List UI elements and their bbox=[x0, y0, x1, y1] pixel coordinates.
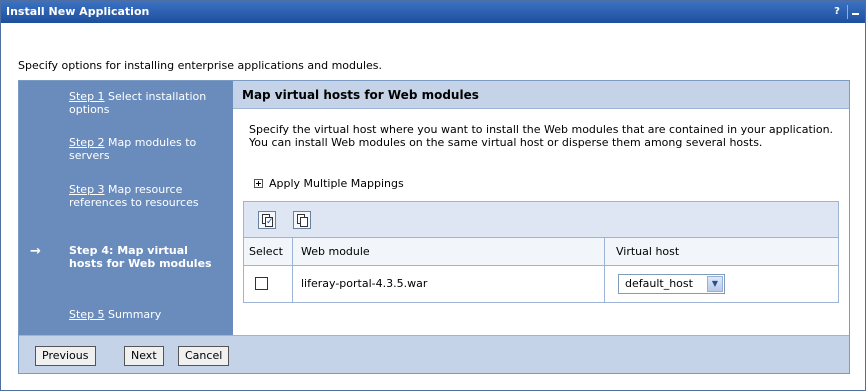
step-5[interactable]: Step 5 Summary bbox=[19, 308, 233, 321]
chevron-down-icon[interactable]: ▼ bbox=[707, 276, 723, 292]
select-all-button[interactable]: ✓ bbox=[258, 211, 276, 229]
panel-description: Specify the virtual host where you want … bbox=[249, 123, 834, 149]
window-title: Install New Application bbox=[6, 5, 150, 18]
step-3[interactable]: Step 3 Map resource references to resour… bbox=[19, 183, 233, 209]
minimize-icon bbox=[852, 13, 859, 15]
cancel-button[interactable]: Cancel bbox=[178, 346, 230, 366]
table-toolbar: ✓ bbox=[244, 202, 838, 238]
previous-button[interactable]: Previous bbox=[35, 346, 96, 366]
header-virtual-host: Virtual host bbox=[616, 245, 680, 258]
step-5-link[interactable]: Step 5 bbox=[69, 308, 105, 321]
wizard-panel: Step 1 Select installation options Step … bbox=[18, 80, 850, 374]
step-1[interactable]: Step 1 Select installation options bbox=[19, 90, 233, 116]
help-button[interactable]: ? bbox=[830, 5, 844, 19]
step-4-current: → Step 4: Map virtual hosts for Web modu… bbox=[19, 244, 233, 270]
table-row: liferay-portal-4.3.5.war default_host ▼ bbox=[244, 266, 838, 302]
apply-multiple-mappings-label: Apply Multiple Mappings bbox=[269, 177, 404, 190]
row-select-cell bbox=[244, 266, 293, 302]
wizard-steps-nav: Step 1 Select installation options Step … bbox=[19, 81, 233, 335]
window-titlebar: Install New Application ? bbox=[1, 1, 865, 23]
module-mapping-table: ✓ Select Web module Virtual host liferay… bbox=[243, 201, 839, 303]
intro-text: Specify options for installing enterpris… bbox=[18, 59, 383, 72]
apply-multiple-mappings-toggle[interactable]: Apply Multiple Mappings bbox=[254, 177, 404, 190]
virtual-host-select[interactable]: default_host ▼ bbox=[618, 274, 725, 294]
step-3-link[interactable]: Step 3 bbox=[69, 183, 105, 196]
current-step-arrow-icon: → bbox=[30, 244, 41, 259]
step-2-link[interactable]: Step 2 bbox=[69, 136, 105, 149]
plus-icon bbox=[254, 179, 263, 188]
wizard-footer: Previous Next Cancel bbox=[19, 335, 849, 373]
step-2[interactable]: Step 2 Map modules to servers bbox=[19, 136, 233, 162]
install-wizard-window: Install New Application ? Specify option… bbox=[0, 0, 866, 391]
header-web-module: Web module bbox=[293, 238, 605, 265]
step-content: Map virtual hosts for Web modules Specif… bbox=[233, 81, 849, 335]
step-5-text: Summary bbox=[104, 308, 162, 321]
panel-title: Map virtual hosts for Web modules bbox=[233, 81, 849, 109]
virtual-host-cell: default_host ▼ bbox=[605, 266, 838, 302]
minimize-button[interactable] bbox=[847, 5, 861, 19]
step-1-link[interactable]: Step 1 bbox=[69, 90, 105, 103]
virtual-host-value: default_host bbox=[625, 277, 693, 290]
web-module-name: liferay-portal-4.3.5.war bbox=[293, 266, 605, 302]
deselect-all-button[interactable] bbox=[293, 211, 311, 229]
table-header: Select Web module Virtual host bbox=[244, 238, 838, 266]
next-button[interactable]: Next bbox=[124, 346, 164, 366]
header-select: Select bbox=[244, 238, 293, 265]
row-select-checkbox[interactable] bbox=[255, 277, 268, 290]
step-4-text: Step 4: Map virtual hosts for Web module… bbox=[69, 244, 212, 270]
